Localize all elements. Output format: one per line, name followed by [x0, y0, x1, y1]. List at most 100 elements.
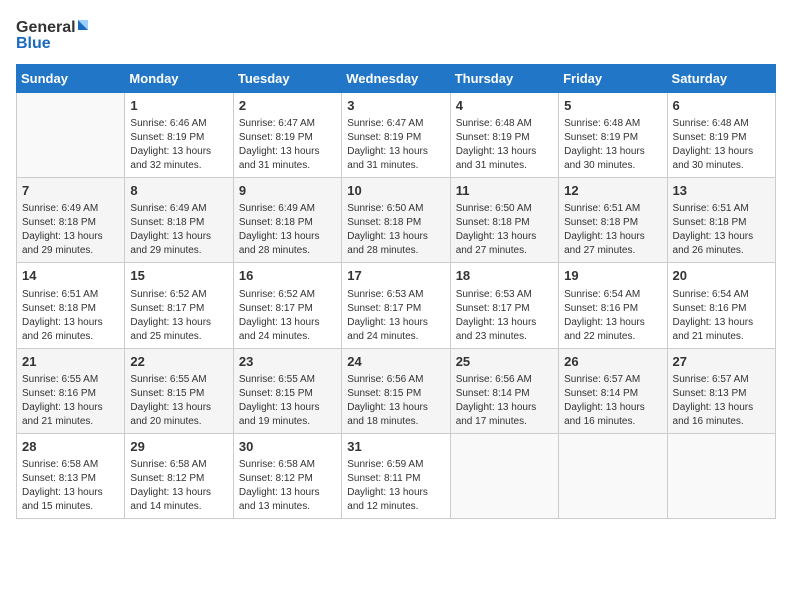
day-info: Sunrise: 6:47 AMSunset: 8:19 PMDaylight:…: [239, 117, 336, 173]
calendar-cell: 17 Sunrise: 6:53 AMSunset: 8:17 PMDayligh…: [342, 263, 450, 348]
col-header-tuesday: Tuesday: [233, 65, 341, 93]
day-info: Sunrise: 6:54 AMSunset: 8:16 PMDaylight:…: [564, 288, 661, 344]
logo-svg: GeneralBlue: [16, 16, 96, 52]
day-info: Sunrise: 6:49 AMSunset: 8:18 PMDaylight:…: [239, 202, 336, 258]
day-number: 4: [456, 97, 553, 115]
day-number: 24: [347, 353, 444, 371]
calendar-cell: 4 Sunrise: 6:48 AMSunset: 8:19 PMDaylight…: [450, 93, 558, 178]
calendar-cell: 13 Sunrise: 6:51 AMSunset: 8:18 PMDayligh…: [667, 178, 775, 263]
calendar-cell: 10 Sunrise: 6:50 AMSunset: 8:18 PMDayligh…: [342, 178, 450, 263]
day-number: 22: [130, 353, 227, 371]
day-number: 10: [347, 182, 444, 200]
day-number: 30: [239, 438, 336, 456]
calendar-cell: 30 Sunrise: 6:58 AMSunset: 8:12 PMDayligh…: [233, 433, 341, 518]
col-header-friday: Friday: [559, 65, 667, 93]
calendar-cell: 29 Sunrise: 6:58 AMSunset: 8:12 PMDayligh…: [125, 433, 233, 518]
day-number: 27: [673, 353, 770, 371]
day-number: 20: [673, 267, 770, 285]
day-number: 29: [130, 438, 227, 456]
day-info: Sunrise: 6:53 AMSunset: 8:17 PMDaylight:…: [347, 288, 444, 344]
calendar-cell: 1Sunrise: 6:46 AMSunset: 8:19 PMDaylight…: [125, 93, 233, 178]
day-info: Sunrise: 6:51 AMSunset: 8:18 PMDaylight:…: [22, 288, 119, 344]
day-info: Sunrise: 6:50 AMSunset: 8:18 PMDaylight:…: [347, 202, 444, 258]
calendar-cell: 14 Sunrise: 6:51 AMSunset: 8:18 PMDayligh…: [17, 263, 125, 348]
day-number: 28: [22, 438, 119, 456]
day-number: 3: [347, 97, 444, 115]
day-info: Sunrise: 6:51 AMSunset: 8:18 PMDaylight:…: [564, 202, 661, 258]
day-info: Sunrise: 6:53 AMSunset: 8:17 PMDaylight:…: [456, 288, 553, 344]
calendar-cell: 31Sunrise: 6:59 AMSunset: 8:11 PMDayligh…: [342, 433, 450, 518]
day-info: Sunrise: 6:49 AMSunset: 8:18 PMDaylight:…: [22, 202, 119, 258]
day-number: 1: [130, 97, 227, 115]
day-number: 16: [239, 267, 336, 285]
calendar-cell: 27Sunrise: 6:57 AMSunset: 8:13 PMDayligh…: [667, 348, 775, 433]
day-info: Sunrise: 6:58 AMSunset: 8:12 PMDaylight:…: [130, 458, 227, 514]
calendar-cell: [450, 433, 558, 518]
calendar-week-row: 28 Sunrise: 6:58 AMSunset: 8:13 PMDayligh…: [17, 433, 776, 518]
calendar-cell: 12 Sunrise: 6:51 AMSunset: 8:18 PMDayligh…: [559, 178, 667, 263]
calendar-cell: 16 Sunrise: 6:52 AMSunset: 8:17 PMDayligh…: [233, 263, 341, 348]
calendar-cell: 26 Sunrise: 6:57 AMSunset: 8:14 PMDayligh…: [559, 348, 667, 433]
calendar-cell: 3Sunrise: 6:47 AMSunset: 8:19 PMDaylight…: [342, 93, 450, 178]
day-info: Sunrise: 6:48 AMSunset: 8:19 PMDaylight:…: [456, 117, 553, 173]
calendar-cell: 18 Sunrise: 6:53 AMSunset: 8:17 PMDayligh…: [450, 263, 558, 348]
calendar-cell: 21 Sunrise: 6:55 AMSunset: 8:16 PMDayligh…: [17, 348, 125, 433]
day-number: 17: [347, 267, 444, 285]
logo: GeneralBlue: [16, 16, 96, 52]
calendar-header-row: SundayMondayTuesdayWednesdayThursdayFrid…: [17, 65, 776, 93]
svg-text:General: General: [16, 19, 76, 36]
calendar-cell: 25Sunrise: 6:56 AMSunset: 8:14 PMDayligh…: [450, 348, 558, 433]
day-number: 18: [456, 267, 553, 285]
day-info: Sunrise: 6:48 AMSunset: 8:19 PMDaylight:…: [564, 117, 661, 173]
calendar-cell: 22 Sunrise: 6:55 AMSunset: 8:15 PMDayligh…: [125, 348, 233, 433]
col-header-saturday: Saturday: [667, 65, 775, 93]
calendar-cell: [559, 433, 667, 518]
calendar-week-row: 7 Sunrise: 6:49 AMSunset: 8:18 PMDaylight…: [17, 178, 776, 263]
calendar-week-row: 1Sunrise: 6:46 AMSunset: 8:19 PMDaylight…: [17, 93, 776, 178]
day-info: Sunrise: 6:52 AMSunset: 8:17 PMDaylight:…: [130, 288, 227, 344]
day-info: Sunrise: 6:58 AMSunset: 8:13 PMDaylight:…: [22, 458, 119, 514]
calendar-cell: 11 Sunrise: 6:50 AMSunset: 8:18 PMDayligh…: [450, 178, 558, 263]
day-number: 9: [239, 182, 336, 200]
day-info: Sunrise: 6:55 AMSunset: 8:15 PMDaylight:…: [130, 373, 227, 429]
calendar-cell: 6Sunrise: 6:48 AMSunset: 8:19 PMDaylight…: [667, 93, 775, 178]
calendar-cell: 9 Sunrise: 6:49 AMSunset: 8:18 PMDaylight…: [233, 178, 341, 263]
day-number: 26: [564, 353, 661, 371]
calendar-cell: [667, 433, 775, 518]
calendar-cell: 5 Sunrise: 6:48 AMSunset: 8:19 PMDaylight…: [559, 93, 667, 178]
day-number: 5: [564, 97, 661, 115]
day-info: Sunrise: 6:55 AMSunset: 8:16 PMDaylight:…: [22, 373, 119, 429]
calendar-cell: 20 Sunrise: 6:54 AMSunset: 8:16 PMDayligh…: [667, 263, 775, 348]
calendar-week-row: 14 Sunrise: 6:51 AMSunset: 8:18 PMDayligh…: [17, 263, 776, 348]
day-info: Sunrise: 6:56 AMSunset: 8:15 PMDaylight:…: [347, 373, 444, 429]
calendar-cell: 19 Sunrise: 6:54 AMSunset: 8:16 PMDayligh…: [559, 263, 667, 348]
calendar-cell: 24 Sunrise: 6:56 AMSunset: 8:15 PMDayligh…: [342, 348, 450, 433]
day-info: Sunrise: 6:55 AMSunset: 8:15 PMDaylight:…: [239, 373, 336, 429]
calendar-cell: 8Sunrise: 6:49 AMSunset: 8:18 PMDaylight…: [125, 178, 233, 263]
day-number: 25: [456, 353, 553, 371]
day-info: Sunrise: 6:57 AMSunset: 8:14 PMDaylight:…: [564, 373, 661, 429]
day-info: Sunrise: 6:52 AMSunset: 8:17 PMDaylight:…: [239, 288, 336, 344]
day-info: Sunrise: 6:58 AMSunset: 8:12 PMDaylight:…: [239, 458, 336, 514]
day-info: Sunrise: 6:50 AMSunset: 8:18 PMDaylight:…: [456, 202, 553, 258]
day-info: Sunrise: 6:54 AMSunset: 8:16 PMDaylight:…: [673, 288, 770, 344]
day-number: 19: [564, 267, 661, 285]
day-number: 23: [239, 353, 336, 371]
day-number: 21: [22, 353, 119, 371]
day-info: Sunrise: 6:49 AMSunset: 8:18 PMDaylight:…: [130, 202, 227, 258]
day-number: 11: [456, 182, 553, 200]
day-number: 12: [564, 182, 661, 200]
day-number: 31: [347, 438, 444, 456]
day-info: Sunrise: 6:51 AMSunset: 8:18 PMDaylight:…: [673, 202, 770, 258]
calendar-week-row: 21 Sunrise: 6:55 AMSunset: 8:16 PMDayligh…: [17, 348, 776, 433]
col-header-monday: Monday: [125, 65, 233, 93]
calendar-cell: 23 Sunrise: 6:55 AMSunset: 8:15 PMDayligh…: [233, 348, 341, 433]
calendar-cell: 7 Sunrise: 6:49 AMSunset: 8:18 PMDaylight…: [17, 178, 125, 263]
col-header-sunday: Sunday: [17, 65, 125, 93]
day-number: 7: [22, 182, 119, 200]
day-number: 13: [673, 182, 770, 200]
col-header-wednesday: Wednesday: [342, 65, 450, 93]
day-info: Sunrise: 6:48 AMSunset: 8:19 PMDaylight:…: [673, 117, 770, 173]
col-header-thursday: Thursday: [450, 65, 558, 93]
day-number: 14: [22, 267, 119, 285]
